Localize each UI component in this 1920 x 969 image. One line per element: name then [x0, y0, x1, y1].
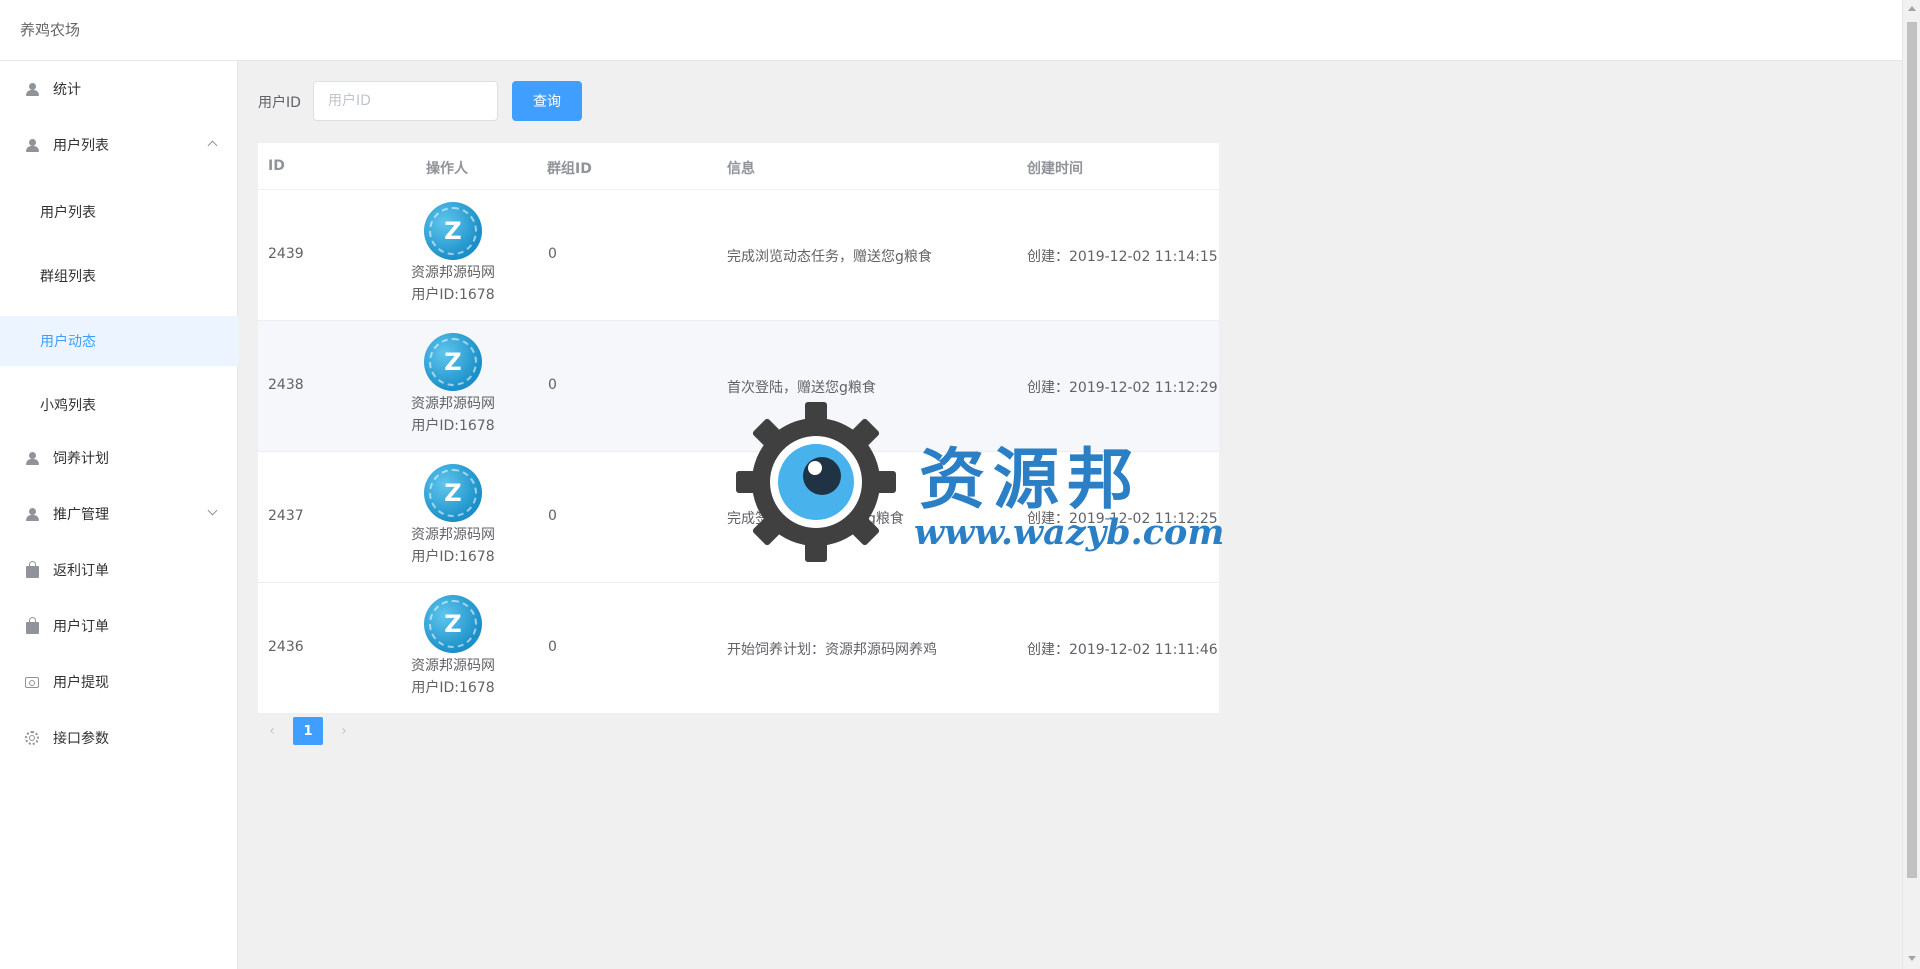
page-number-button[interactable]: 1 [293, 717, 323, 745]
cell-info: 完成签到任务，赠送您g粮食 [727, 511, 904, 527]
person-icon [25, 138, 39, 152]
operator-name: 资源邦源码网 [411, 658, 495, 674]
sidebar: 统计 用户列表 用户列表 群组列表 用户动态 小鸡列表 饲养计划 推广管理 返利… [0, 61, 238, 969]
cell-id: 2436 [268, 639, 304, 655]
sidebar-item-label: 用户订单 [53, 619, 109, 635]
cell-operator: Z 资源邦源码网 用户ID:1678 [378, 464, 528, 568]
sidebar-item-label: 饲养计划 [53, 451, 109, 467]
sidebar-item-label: 用户列表 [53, 138, 109, 154]
cell-created-time: 创建：2019-12-02 11:12:25 [1027, 511, 1218, 527]
sidebar-item-label: 用户提现 [53, 675, 109, 691]
prev-page-button[interactable]: ‹ [258, 717, 286, 745]
table-row: 2438 Z 资源邦源码网 用户ID:1678 0 首次登陆，赠送您g粮食 创建… [258, 321, 1219, 452]
operator-name: 资源邦源码网 [411, 527, 495, 543]
column-header-operator: 操作人 [426, 161, 468, 177]
cell-group-id: 0 [548, 377, 557, 393]
wallet-icon [25, 675, 39, 689]
scroll-down-arrow-icon[interactable] [1908, 956, 1916, 961]
sidebar-item-rebate-orders[interactable]: 返利订单 [0, 542, 238, 598]
operator-uid: 用户ID:1678 [411, 680, 495, 696]
top-bar: 养鸡农场 [0, 0, 1902, 61]
cell-group-id: 0 [548, 246, 557, 262]
sidebar-item-user-list-group[interactable]: 用户列表 [0, 117, 238, 173]
column-header-created-time: 创建时间 [1027, 161, 1083, 177]
app-title: 养鸡农场 [20, 21, 81, 39]
sidebar-subitem-user-activity[interactable]: 用户动态 [0, 316, 238, 366]
avatar: Z [424, 595, 482, 653]
sidebar-item-api-params[interactable]: 接口参数 [0, 710, 238, 766]
avatar: Z [424, 333, 482, 391]
cell-created-time: 创建：2019-12-02 11:14:15 [1027, 249, 1218, 265]
operator-name: 资源邦源码网 [411, 396, 495, 412]
sidebar-item-label: 返利订单 [53, 563, 109, 579]
sidebar-subitem-user-list[interactable]: 用户列表 [0, 187, 238, 237]
search-label: 用户ID [258, 95, 301, 111]
sidebar-item-stats[interactable]: 统计 [0, 61, 238, 117]
person-icon [25, 82, 39, 96]
table-row: 2437 Z 资源邦源码网 用户ID:1678 0 完成签到任务，赠送您g粮食 … [258, 452, 1219, 583]
chevron-up-icon [207, 140, 218, 151]
sidebar-subitem-label: 小鸡列表 [40, 398, 96, 414]
cell-group-id: 0 [548, 639, 557, 655]
cell-operator: Z 资源邦源码网 用户ID:1678 [378, 595, 528, 699]
sidebar-item-label: 接口参数 [53, 731, 109, 747]
column-header-info: 信息 [727, 161, 755, 177]
user-id-input[interactable] [313, 81, 498, 121]
cell-id: 2438 [268, 377, 304, 393]
sidebar-item-user-orders[interactable]: 用户订单 [0, 598, 238, 654]
sidebar-subitem-group-list[interactable]: 群组列表 [0, 251, 238, 301]
chevron-down-icon [207, 505, 218, 516]
main-content: 用户ID 查询 ID 操作人 群组ID 信息 创建时间 2439 Z 资源邦源码… [238, 61, 1902, 969]
operator-uid: 用户ID:1678 [411, 418, 495, 434]
vertical-scrollbar[interactable] [1902, 0, 1920, 969]
avatar-letter: Z [444, 348, 462, 376]
table-row: 2436 Z 资源邦源码网 用户ID:1678 0 开始饲养计划：资源邦源码网养… [258, 583, 1219, 714]
cell-operator: Z 资源邦源码网 用户ID:1678 [378, 202, 528, 306]
bag-icon [25, 616, 39, 634]
operator-uid: 用户ID:1678 [411, 549, 495, 565]
sidebar-subitem-label: 用户列表 [40, 205, 96, 221]
cell-id: 2439 [268, 246, 304, 262]
cell-id: 2437 [268, 508, 304, 524]
operator-name: 资源邦源码网 [411, 265, 495, 281]
avatar-letter: Z [444, 479, 462, 507]
sidebar-item-withdrawals[interactable]: 用户提现 [0, 654, 238, 710]
avatar-letter: Z [444, 610, 462, 638]
table-header: ID 操作人 群组ID 信息 创建时间 [258, 143, 1219, 190]
operator-uid: 用户ID:1678 [411, 287, 495, 303]
sidebar-subitem-label: 用户动态 [40, 334, 96, 350]
person-icon [25, 451, 39, 465]
sidebar-item-label: 推广管理 [53, 507, 109, 523]
bag-icon [25, 560, 39, 578]
scrollbar-thumb[interactable] [1907, 22, 1917, 878]
next-page-button[interactable]: › [330, 717, 358, 745]
search-button[interactable]: 查询 [512, 81, 582, 121]
scroll-up-arrow-icon[interactable] [1908, 6, 1916, 11]
cell-group-id: 0 [548, 508, 557, 524]
sidebar-subitem-label: 群组列表 [40, 269, 96, 285]
avatar: Z [424, 202, 482, 260]
cell-created-time: 创建：2019-12-02 11:12:29 [1027, 380, 1218, 396]
person-icon [25, 507, 39, 521]
sidebar-item-promotion[interactable]: 推广管理 [0, 486, 238, 542]
column-header-id: ID [268, 158, 285, 174]
sidebar-subitem-chick-list[interactable]: 小鸡列表 [0, 380, 238, 430]
avatar: Z [424, 464, 482, 522]
table-row: 2439 Z 资源邦源码网 用户ID:1678 0 完成浏览动态任务，赠送您g粮… [258, 190, 1219, 321]
cell-info: 首次登陆，赠送您g粮食 [727, 380, 876, 396]
column-header-group-id: 群组ID [547, 161, 592, 177]
avatar-letter: Z [444, 217, 462, 245]
activity-table: ID 操作人 群组ID 信息 创建时间 2439 Z 资源邦源码网 用户ID:1… [258, 143, 1219, 714]
sidebar-item-feeding-plan[interactable]: 饲养计划 [0, 430, 238, 486]
cell-info: 完成浏览动态任务，赠送您g粮食 [727, 249, 932, 265]
cell-info: 开始饲养计划：资源邦源码网养鸡 [727, 642, 937, 658]
pagination: ‹ 1 › [258, 717, 358, 745]
gear-icon [25, 731, 39, 745]
cell-operator: Z 资源邦源码网 用户ID:1678 [378, 333, 528, 437]
sidebar-item-label: 统计 [53, 82, 81, 98]
cell-created-time: 创建：2019-12-02 11:11:46 [1027, 642, 1218, 658]
